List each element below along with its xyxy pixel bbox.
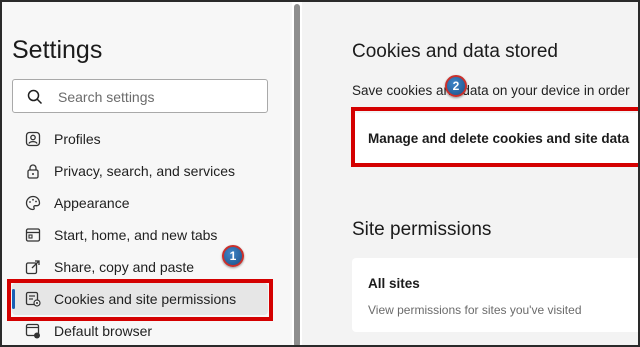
sidebar-item-label: Cookies and site permissions	[54, 291, 237, 307]
cookies-permissions-icon	[24, 290, 42, 308]
page-title: Settings	[12, 36, 103, 64]
sidebar-item-cookies[interactable]: Cookies and site permissions	[12, 283, 268, 315]
manage-cookies-label: Manage and delete cookies and site data	[368, 131, 630, 146]
profile-icon	[24, 130, 42, 148]
sidebar-item-default-browser[interactable]: Default browser	[12, 315, 268, 347]
cookies-section-title: Cookies and data stored	[352, 41, 558, 62]
cookies-description: Save cookies and data on your device in …	[352, 83, 630, 98]
lock-icon	[24, 162, 42, 180]
sidebar-item-label: Share, copy and paste	[54, 259, 195, 275]
sidebar-item-label: Start, home, and new tabs	[54, 227, 218, 243]
main-content: Cookies and data stored Save cookies and…	[302, 0, 640, 347]
all-sites-description: View permissions for sites you've visite…	[368, 303, 582, 317]
search-icon	[26, 88, 44, 106]
sidebar-item-privacy[interactable]: Privacy, search, and services	[12, 155, 268, 187]
active-indicator	[12, 289, 15, 309]
sidebar: Settings Search settings Profiles Privac…	[0, 0, 292, 347]
search-input[interactable]: Search settings	[12, 79, 268, 113]
share-icon	[24, 258, 42, 276]
browser-icon	[24, 322, 42, 340]
manage-cookies-button[interactable]: Manage and delete cookies and site data	[352, 113, 640, 165]
sidebar-item-appearance[interactable]: Appearance	[12, 187, 268, 219]
sidebar-item-label: Default browser	[54, 323, 153, 339]
all-sites-title: All sites	[368, 276, 420, 291]
palette-icon	[24, 194, 42, 212]
sidebar-item-label: Appearance	[54, 195, 130, 211]
all-sites-item[interactable]: All sites View permissions for sites you…	[352, 258, 640, 332]
home-tabs-icon	[24, 226, 42, 244]
search-placeholder: Search settings	[58, 89, 155, 105]
sidebar-item-label: Privacy, search, and services	[54, 163, 236, 179]
sidebar-item-label: Profiles	[54, 131, 101, 147]
step-badge-2: 2	[445, 75, 467, 97]
sidebar-item-profiles[interactable]: Profiles	[12, 123, 268, 155]
permissions-section-title: Site permissions	[352, 219, 492, 240]
sidebar-scrollbar[interactable]	[294, 4, 300, 347]
step-badge-1: 1	[222, 245, 244, 267]
